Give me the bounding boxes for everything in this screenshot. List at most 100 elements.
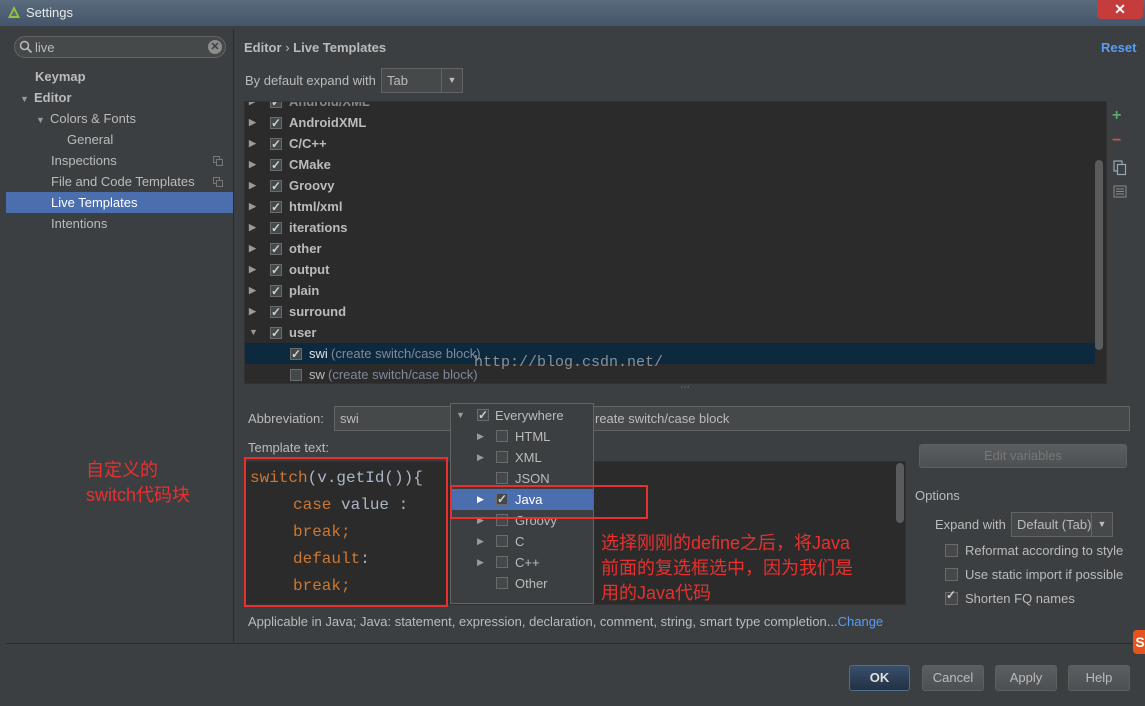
splitter-handle[interactable]: ⋯	[680, 382, 690, 393]
nav-item-general[interactable]: General	[67, 129, 113, 150]
context-checkbox[interactable]	[496, 556, 508, 568]
watermark: http://blog.csdn.net/	[474, 354, 664, 371]
reformat-checkbox[interactable]	[945, 544, 958, 557]
help-button[interactable]: Help	[1068, 665, 1130, 691]
cancel-button[interactable]: Cancel	[922, 665, 984, 691]
template-desc: (create switch/case block)	[331, 346, 481, 361]
breadcrumb-separator: ›	[285, 40, 290, 55]
context-label: Other	[515, 576, 548, 591]
group-checkbox[interactable]	[270, 102, 282, 113]
context-label: HTML	[515, 429, 551, 444]
group-checkbox[interactable]	[270, 260, 282, 281]
ok-button[interactable]: OK	[849, 665, 910, 691]
nav-item-live-templates[interactable]: Live Templates	[6, 192, 233, 213]
clear-search-icon[interactable]: ✕	[208, 40, 222, 54]
context-checkbox[interactable]	[477, 405, 489, 426]
group-checkbox[interactable]	[270, 155, 282, 176]
collapsed-arrow-icon: ▶	[477, 536, 484, 546]
settings-search[interactable]: ✕	[14, 36, 226, 58]
copy-icon[interactable]	[1113, 160, 1127, 176]
group-checkbox[interactable]	[270, 218, 282, 239]
tree-group[interactable]: ▶ Groovy	[245, 175, 1095, 197]
change-link[interactable]: Change	[838, 614, 884, 629]
tree-group-android[interactable]: ▶Android/XML	[245, 102, 1095, 113]
tree-group[interactable]: ▶ C/C++	[245, 133, 1095, 155]
tree-group[interactable]: ▶ html/xml	[245, 196, 1095, 218]
expanded-arrow-icon: ▼	[20, 94, 29, 104]
context-checkbox[interactable]	[496, 430, 508, 442]
options-label: Options	[915, 488, 960, 503]
context-row[interactable]: ▶ C++	[451, 552, 593, 573]
edit-variables-button[interactable]: Edit variables	[919, 444, 1127, 468]
context-checkbox[interactable]	[496, 535, 508, 547]
static-import-checkbox[interactable]	[945, 568, 958, 581]
template-row-sw[interactable]: sw (create switch/case block)	[245, 364, 1095, 383]
template-row-swi[interactable]: swi (create switch/case block)	[245, 343, 1095, 365]
context-row[interactable]: ▶ C	[451, 531, 593, 552]
context-checkbox[interactable]	[496, 577, 508, 589]
context-row[interactable]: ▶ XML	[451, 447, 593, 468]
add-icon[interactable]: +	[1112, 107, 1121, 125]
context-row-everywhere[interactable]: ▼ Everywhere	[451, 405, 593, 426]
nav-item-file-code-templates[interactable]: File and Code Templates	[51, 171, 195, 192]
tree-group[interactable]: ▶ iterations	[245, 217, 1095, 239]
group-label: surround	[289, 304, 347, 319]
context-row[interactable]: ▶ HTML	[451, 426, 593, 447]
group-checkbox[interactable]	[270, 239, 282, 260]
tree-group-user[interactable]: ▼ user	[245, 322, 1095, 344]
abbreviation-field[interactable]: swi	[334, 406, 454, 431]
search-input[interactable]	[35, 38, 205, 56]
context-checkbox[interactable]	[496, 472, 508, 484]
apply-button[interactable]: Apply	[995, 665, 1057, 691]
context-checkbox[interactable]	[496, 451, 508, 463]
project-settings-icon	[213, 156, 223, 166]
chevron-down-icon: ▼	[1091, 513, 1112, 536]
tree-group[interactable]: ▶ output	[245, 259, 1095, 281]
group-checkbox[interactable]	[270, 134, 282, 155]
tree-group[interactable]: ▶ other	[245, 238, 1095, 260]
template-abbr: swi	[309, 346, 328, 361]
tree-group[interactable]: ▶ CMake	[245, 154, 1095, 176]
annotation-text: 前面的复选框选中，因为我们是	[601, 558, 853, 578]
reset-link[interactable]: Reset	[1101, 40, 1136, 55]
expanded-arrow-icon: ▼	[36, 115, 45, 125]
group-checkbox[interactable]	[270, 113, 282, 134]
shorten-fq-checkbox[interactable]	[945, 588, 958, 605]
tree-group[interactable]: ▶ plain	[245, 280, 1095, 302]
tree-scrollbar[interactable]	[1095, 160, 1103, 350]
context-row[interactable]: Other	[451, 573, 593, 594]
android-studio-icon	[8, 6, 20, 18]
tree-group[interactable]: ▶ AndroidXML	[245, 112, 1095, 134]
annotation-text: 用的Java代码	[601, 583, 712, 603]
group-checkbox[interactable]	[270, 176, 282, 197]
group-checkbox[interactable]	[270, 197, 282, 218]
description-field[interactable]: reate switch/case block	[585, 406, 1130, 431]
group-checkbox[interactable]	[270, 302, 282, 323]
description-value: reate switch/case block	[595, 411, 730, 426]
ime-badge-icon: S	[1133, 630, 1145, 654]
annotation-text: switch代码块	[86, 485, 191, 505]
nav-item-inspections[interactable]: Inspections	[51, 150, 117, 171]
annotation-text: 选择刚刚的define之后，将Java	[601, 533, 851, 553]
remove-icon[interactable]: −	[1112, 132, 1121, 150]
annotation-right: 选择刚刚的define之后，将Java 前面的复选框选中，因为我们是 用的Jav…	[601, 531, 853, 606]
nav-item-colors-fonts[interactable]: ▼ Colors & Fonts	[36, 108, 136, 129]
expand-combo[interactable]: Tab ▼	[381, 68, 463, 93]
expand-with-combo[interactable]: Default (Tab) ▼	[1011, 512, 1113, 537]
group-checkbox[interactable]	[270, 281, 282, 302]
group-label: other	[289, 241, 322, 256]
static-import-label: Use static import if possible	[965, 567, 1124, 582]
nav-item-intentions[interactable]: Intentions	[51, 213, 107, 234]
nav-label: Colors & Fonts	[50, 111, 136, 126]
group-checkbox[interactable]	[270, 323, 282, 344]
nav-item-keymap[interactable]: Keymap	[35, 66, 86, 87]
nav-item-editor[interactable]: ▼ Editor	[20, 87, 72, 108]
applicable-text: Applicable in Java; Java: statement, exp…	[248, 614, 838, 629]
list-icon[interactable]	[1113, 185, 1127, 198]
close-icon[interactable]: ✕	[1097, 0, 1143, 19]
tree-group[interactable]: ▶ surround	[245, 301, 1095, 323]
template-checkbox[interactable]	[290, 369, 302, 381]
template-checkbox[interactable]	[290, 344, 302, 365]
annotation-text: 自定义的	[86, 460, 158, 480]
editor-scrollbar[interactable]	[896, 463, 904, 523]
